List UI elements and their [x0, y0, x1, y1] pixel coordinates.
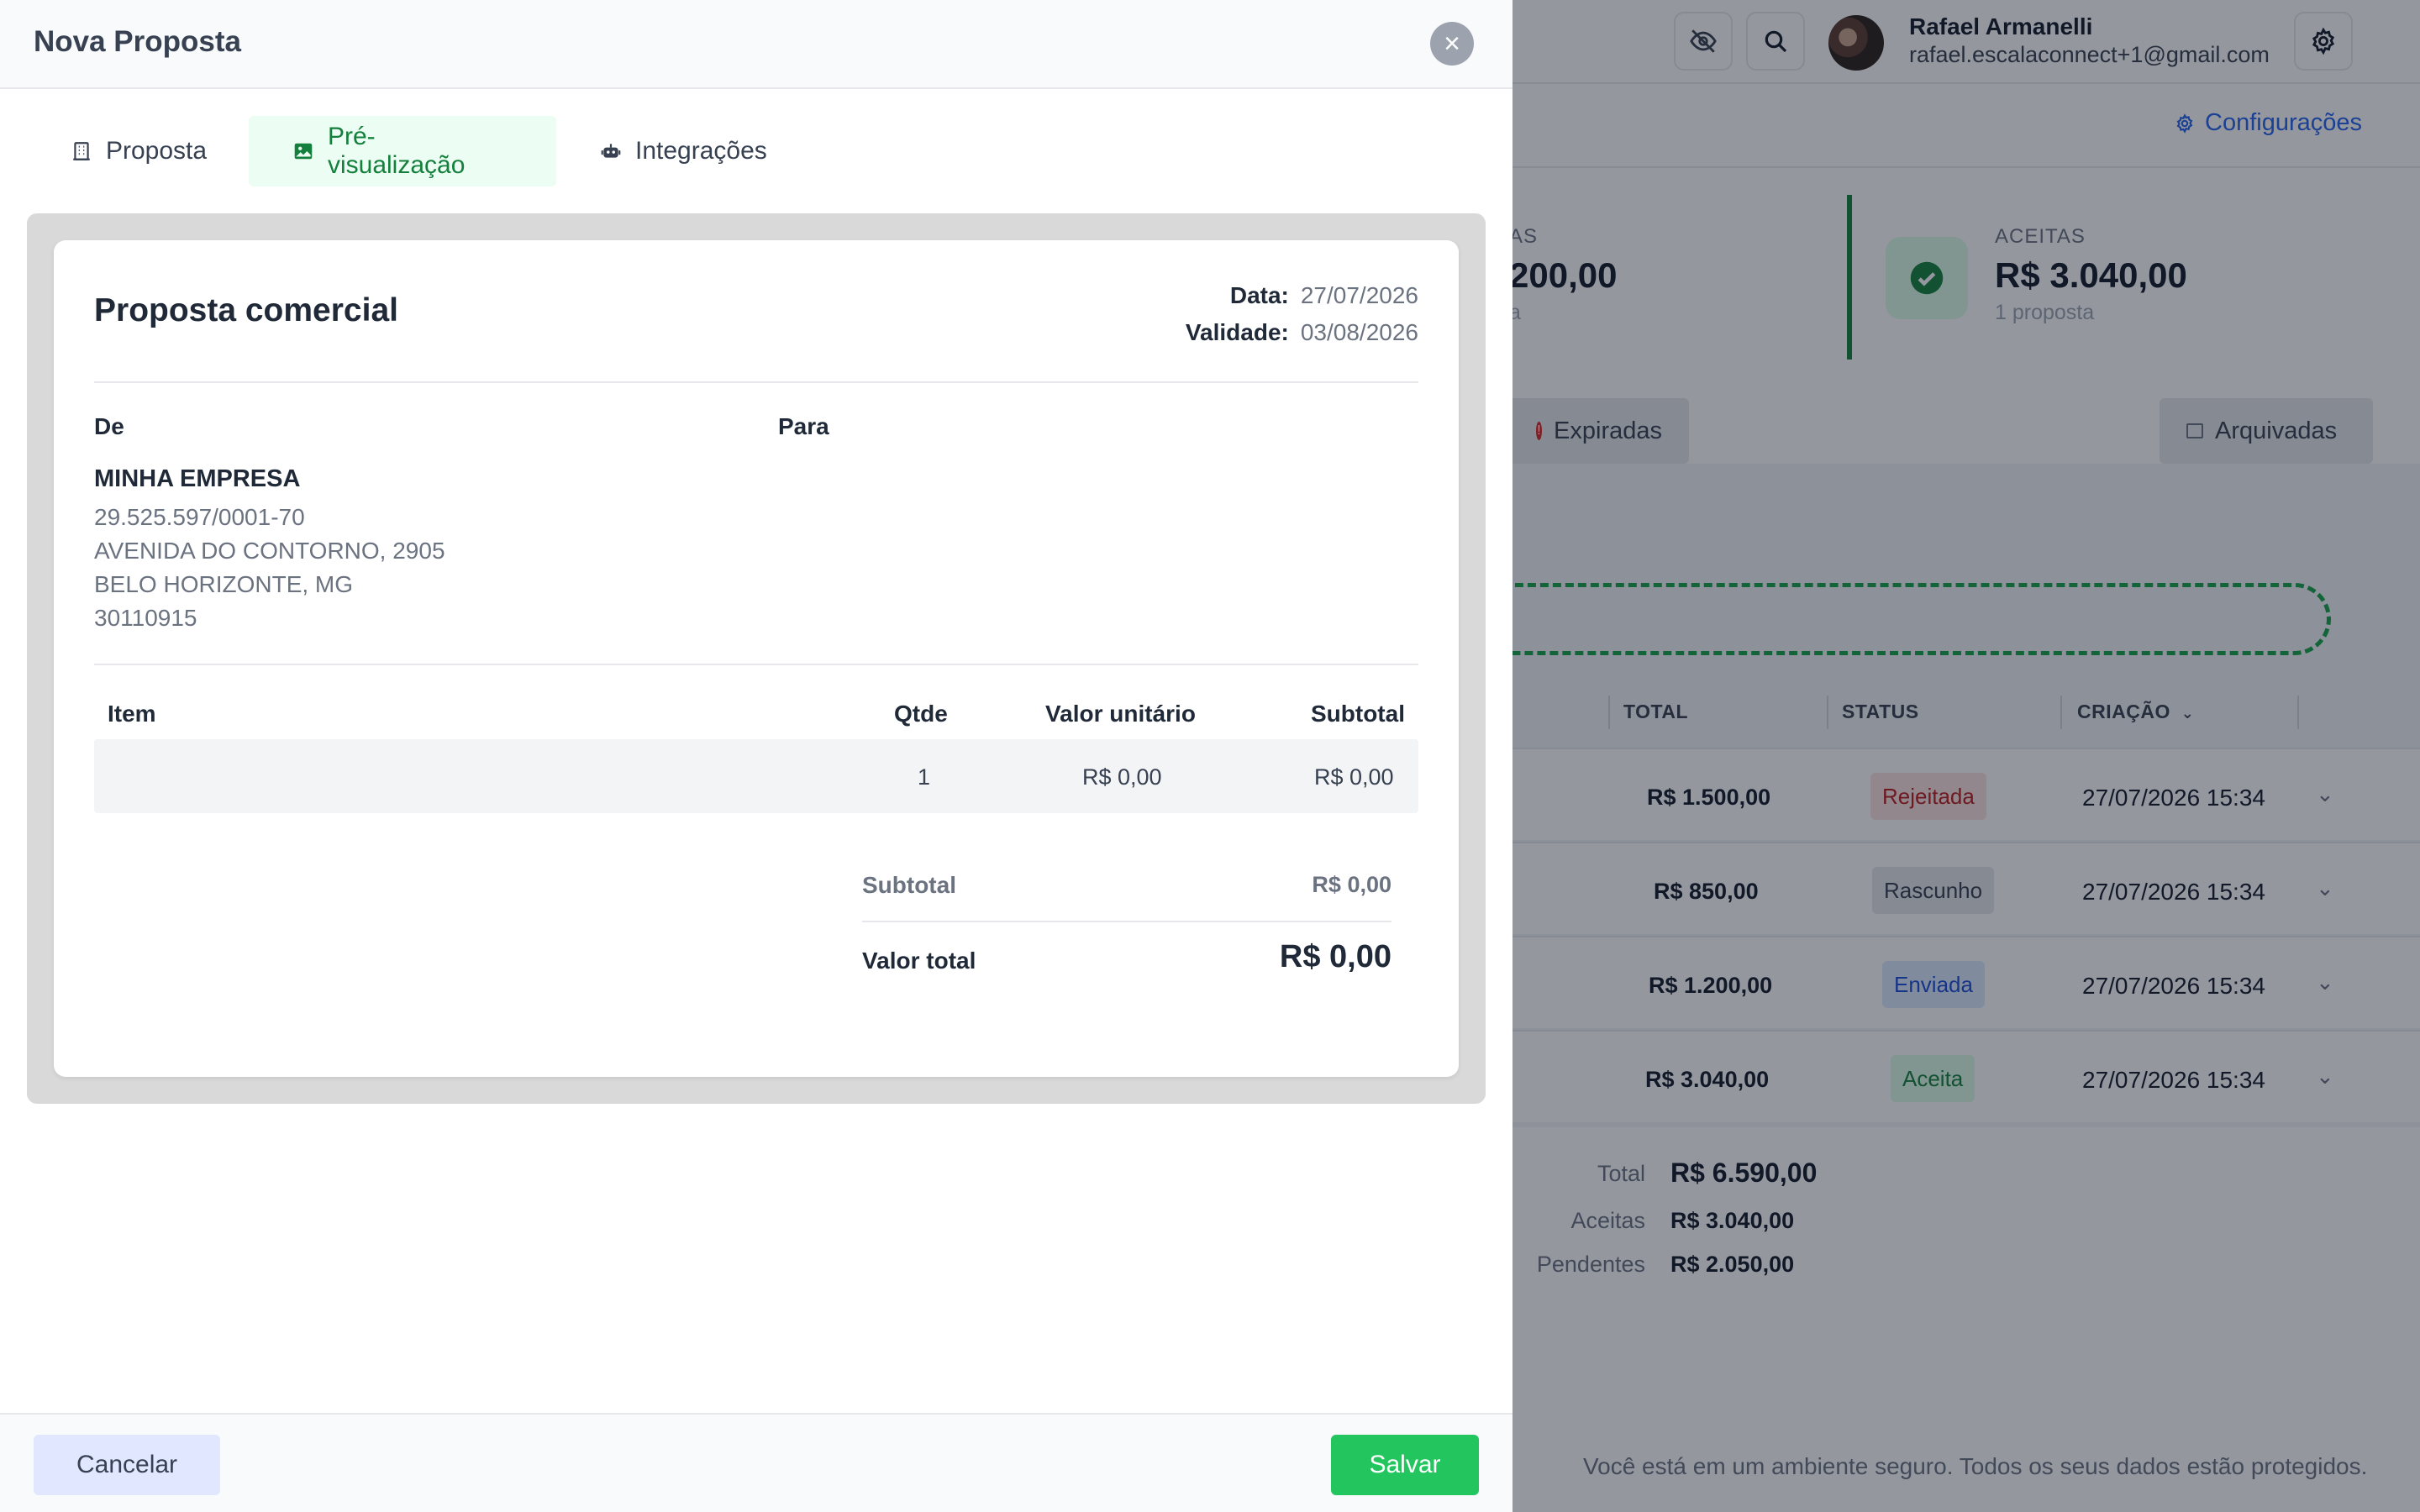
- total-value: R$ 0,00: [1279, 939, 1392, 974]
- date-row: Data: 27/07/2026: [1230, 282, 1418, 309]
- building-icon: [73, 142, 90, 160]
- column-unit-price: Valor unitário: [1045, 701, 1196, 727]
- total-label: Valor total: [862, 948, 976, 974]
- cancel-button[interactable]: Cancelar: [34, 1435, 220, 1495]
- tab-integrations[interactable]: Integrações: [556, 116, 811, 186]
- company-address: AVENIDA DO CONTORNO, 2905: [94, 538, 445, 564]
- image-icon: [294, 143, 313, 160]
- column-subtotal: Subtotal: [1311, 701, 1405, 727]
- robot-icon: [601, 144, 621, 158]
- item-subtotal: R$ 0,00: [1314, 764, 1394, 790]
- new-proposal-drawer: Nova Proposta × Proposta Pré-visualizaçã…: [0, 0, 1512, 1512]
- divider: [94, 381, 1418, 383]
- validity-value: 03/08/2026: [1300, 319, 1418, 345]
- subtotal-label: Subtotal: [862, 872, 956, 898]
- tab-preview-label: Pré-visualização: [327, 123, 466, 179]
- drawer-header: Nova Proposta ×: [0, 0, 1512, 89]
- subtotal-value: R$ 0,00: [1312, 872, 1392, 897]
- tab-integrations-label: Integrações: [635, 137, 767, 165]
- drawer-title: Nova Proposta: [34, 25, 241, 58]
- column-qty: Qtde: [894, 701, 948, 727]
- close-button[interactable]: ×: [1430, 22, 1474, 66]
- divider: [94, 664, 1418, 665]
- close-icon: ×: [1444, 27, 1460, 60]
- column-item: Item: [108, 701, 156, 727]
- document-title: Proposta comercial: [94, 292, 398, 328]
- preview-frame: Proposta comercial Data: 27/07/2026 Valid…: [27, 213, 1486, 1104]
- company-zip: 30110915: [94, 605, 197, 631]
- proposal-document: Proposta comercial Data: 27/07/2026 Valid…: [54, 240, 1459, 1077]
- validity-row: Validade: 03/08/2026: [1186, 319, 1418, 346]
- from-heading: De: [94, 413, 124, 439]
- divider: [862, 921, 1392, 922]
- item-unit-price: R$ 0,00: [1082, 764, 1162, 790]
- to-heading: Para: [778, 413, 829, 439]
- date-label: Data:: [1229, 282, 1289, 308]
- drawer-footer: Cancelar Salvar: [0, 1413, 1512, 1512]
- company-cnpj: 29.525.597/0001-70: [94, 504, 305, 530]
- validity-label: Validade:: [1185, 319, 1289, 345]
- company-city: BELO HORIZONTE, MG: [94, 571, 354, 597]
- tab-proposal-label: Proposta: [106, 137, 208, 165]
- company-name: MINHA EMPRESA: [94, 465, 301, 492]
- tab-proposal[interactable]: Proposta: [27, 116, 250, 186]
- item-qty: 1: [918, 764, 931, 790]
- date-value: 27/07/2026: [1300, 282, 1418, 308]
- save-button[interactable]: Salvar: [1331, 1435, 1479, 1495]
- tab-preview[interactable]: Pré-visualização: [249, 116, 556, 186]
- table-row: [94, 739, 1418, 813]
